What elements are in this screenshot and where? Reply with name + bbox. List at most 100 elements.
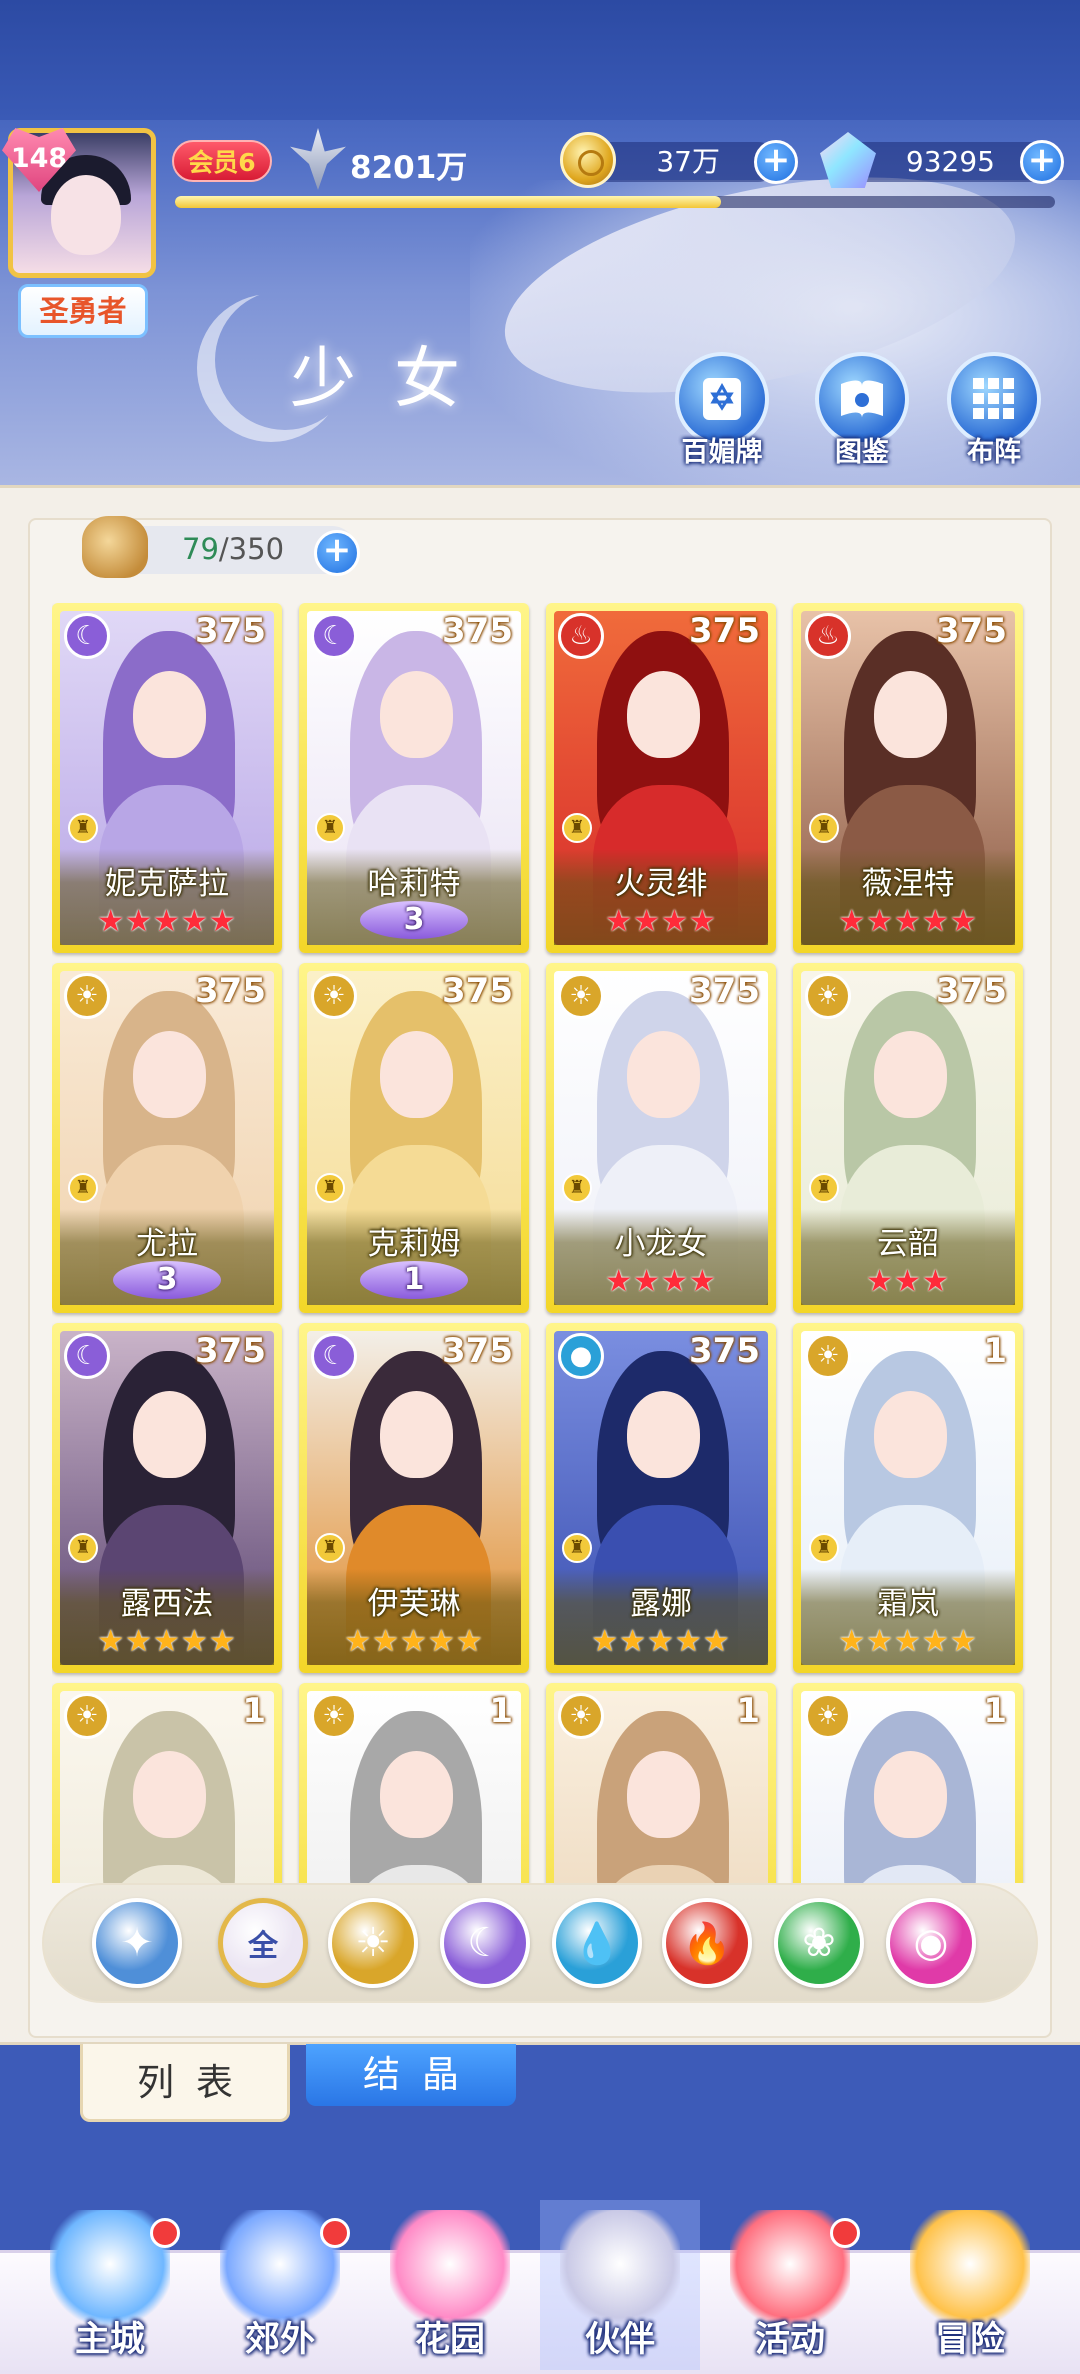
character-card[interactable]: ♜ ☀ 375 尤拉 3 <box>52 963 282 1313</box>
filter-wind-button[interactable]: ✦ <box>92 1898 182 1988</box>
moon-element-icon: ☾ <box>64 613 110 659</box>
character-level: 375 <box>442 1331 513 1371</box>
class-icon: ♜ <box>315 813 345 843</box>
player-title-badge[interactable]: 圣勇者 <box>18 284 148 338</box>
star-rating: ★★★★★ <box>97 904 237 939</box>
character-name: 小龙女 <box>614 1226 708 1262</box>
portrait-shape <box>379 1031 453 1118</box>
class-icon: ♜ <box>562 1533 592 1563</box>
filter-wood-button[interactable]: ❀ <box>774 1898 864 1988</box>
character-level: 375 <box>689 971 760 1011</box>
character-level: 375 <box>195 611 266 651</box>
filter-all-button[interactable]: 全 <box>218 1898 308 1988</box>
character-card[interactable]: ☀ 1 <box>299 1683 529 1883</box>
vip-badge[interactable]: 会员6 <box>172 140 272 182</box>
sun-element-icon: ☀ <box>355 1920 391 1966</box>
character-level: 1 <box>242 1691 266 1731</box>
portrait-shape <box>626 671 700 758</box>
awaken-wing-badge: 3 <box>360 901 468 939</box>
character-grid: ♜ ☾ 375 妮克萨拉 ★★★★★ ♜ ☾ 375 哈莉特 3 ♜ ♨ 375 火灵绯 ★★★★ ♜ ♨ 375… <box>52 603 1028 1883</box>
nav-gate[interactable]: 郊外 <box>200 2200 360 2370</box>
character-name: 妮克萨拉 <box>105 866 229 902</box>
portrait-shape <box>626 1751 700 1838</box>
nav-partner-avatar[interactable]: 伙伴 <box>540 2200 700 2370</box>
menu-gallery-button[interactable]: 图鉴 <box>812 352 912 469</box>
portrait-shape <box>873 1751 947 1838</box>
portrait-shape <box>626 1031 700 1118</box>
moon-element-icon: ☾ <box>311 1333 357 1379</box>
character-name: 克莉姆 <box>367 1226 461 1262</box>
nav-heart-garden[interactable]: 花园 <box>370 2200 530 2370</box>
menu-label: 布阵 <box>967 437 1021 468</box>
character-name: 伊芙琳 <box>367 1586 461 1622</box>
class-icon: ♜ <box>809 813 839 843</box>
nav-compass[interactable]: 冒险 <box>890 2200 1050 2370</box>
capacity-total: /350 <box>218 532 285 566</box>
tab-list[interactable]: 列表 <box>80 2044 290 2122</box>
nav-castle[interactable]: 主城 <box>30 2200 190 2370</box>
water-element-icon: ● <box>558 1333 604 1379</box>
character-card[interactable]: ♜ ☾ 375 伊芙琳 ★★★★★ <box>299 1323 529 1673</box>
bag-icon <box>82 516 148 578</box>
character-name: 尤拉 <box>136 1226 198 1262</box>
character-card[interactable]: ♜ ☀ 375 克莉姆 1 <box>299 963 529 1313</box>
add-gold-button[interactable]: + <box>754 140 798 184</box>
class-icon: ♜ <box>315 1173 345 1203</box>
character-name: 哈莉特 <box>367 866 461 902</box>
fire-element-icon: ♨ <box>805 613 851 659</box>
menu-formation-button[interactable]: 布阵 <box>944 352 1044 469</box>
portrait-shape <box>379 671 453 758</box>
expand-capacity-button[interactable]: + <box>314 530 360 576</box>
star-rating: ★★★★★ <box>97 1624 237 1659</box>
character-card[interactable]: ♜ ☀ 1 霜岚 ★★★★★ <box>793 1323 1023 1673</box>
character-card[interactable]: ♜ ☾ 375 露西法 ★★★★★ <box>52 1323 282 1673</box>
character-card[interactable]: ♜ ☀ 375 小龙女 ★★★★ <box>546 963 776 1313</box>
character-card[interactable]: ♜ ☾ 375 妮克萨拉 ★★★★★ <box>52 603 282 953</box>
character-name: 露娜 <box>630 1586 692 1622</box>
portrait-shape <box>626 1391 700 1478</box>
character-level: 1 <box>983 1691 1007 1731</box>
character-card[interactable]: ☀ 1 <box>52 1683 282 1883</box>
star-rating: ★★★★★ <box>591 1624 731 1659</box>
character-level: 375 <box>936 611 1007 651</box>
character-card[interactable]: ♜ ☀ 375 云韶 ★★★ <box>793 963 1023 1313</box>
filter-sun-button[interactable]: ☀ <box>328 1898 418 1988</box>
filter-water-button[interactable]: 💧 <box>552 1898 642 1988</box>
star-rating: ★★★★★ <box>838 1624 978 1659</box>
sun-element-icon: ☀ <box>558 1693 604 1739</box>
sun-element-icon: ☀ <box>64 1693 110 1739</box>
portrait-shape <box>379 1751 453 1838</box>
spirit-element-icon: ◉ <box>913 1920 949 1966</box>
character-card[interactable]: ☀ 1 <box>546 1683 776 1883</box>
star-rating: ★★★★★ <box>344 1624 484 1659</box>
capacity-text: 79/350 <box>182 532 284 566</box>
portrait-shape <box>132 671 206 758</box>
page-title: 少女 <box>290 340 498 417</box>
class-icon: ♜ <box>315 1533 345 1563</box>
character-level: 1 <box>983 1331 1007 1371</box>
character-level: 375 <box>195 971 266 1011</box>
character-card[interactable]: ♜ ● 375 露娜 ★★★★★ <box>546 1323 776 1673</box>
menu-label: 图鉴 <box>835 437 889 468</box>
add-gems-button[interactable]: + <box>1020 140 1064 184</box>
character-card[interactable]: ♜ ☾ 375 哈莉特 3 <box>299 603 529 953</box>
sun-element-icon: ☀ <box>558 973 604 1019</box>
tab-crystal[interactable]: 结晶 <box>306 2044 516 2106</box>
awaken-wing-badge: 3 <box>113 1261 221 1299</box>
nav-label: 花园 <box>414 2320 485 2360</box>
nav-gift[interactable]: 活动 <box>710 2200 870 2370</box>
character-level: 375 <box>936 971 1007 1011</box>
character-card[interactable]: ☀ 1 <box>793 1683 1023 1883</box>
character-level: 375 <box>689 611 760 651</box>
character-name: 火灵绯 <box>614 866 708 902</box>
character-card[interactable]: ♜ ♨ 375 薇涅特 ★★★★★ <box>793 603 1023 953</box>
filter-spirit-button[interactable]: ◉ <box>886 1898 976 1988</box>
filter-moon-button[interactable]: ☾ <box>440 1898 530 1988</box>
character-card[interactable]: ♜ ♨ 375 火灵绯 ★★★★ <box>546 603 776 953</box>
nav-label: 郊外 <box>244 2320 315 2360</box>
filter-fire-button[interactable]: 🔥 <box>662 1898 752 1988</box>
menu-card-button[interactable]: 百媚牌 <box>672 352 772 469</box>
class-icon: ♜ <box>809 1533 839 1563</box>
character-level: 1 <box>736 1691 760 1731</box>
wind-element-icon: ✦ <box>120 1920 154 1966</box>
